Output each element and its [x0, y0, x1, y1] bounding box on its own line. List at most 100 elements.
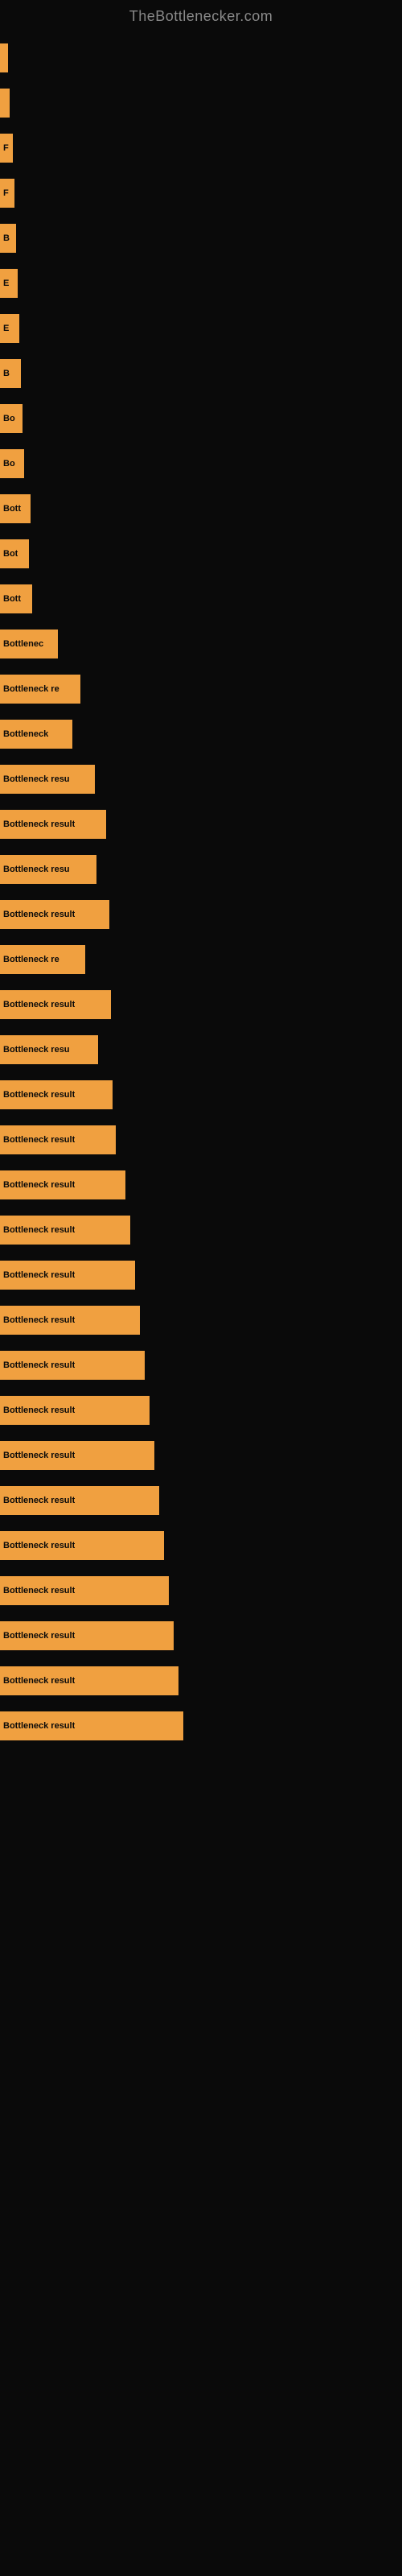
bar-item: Bottleneck result	[0, 1170, 125, 1199]
bar-label: B	[3, 369, 10, 378]
bar-label: Bottleneck result	[3, 1135, 75, 1145]
bar-row: Bottleneck result	[0, 1344, 402, 1386]
bar-row: Bottleneck resu	[0, 848, 402, 890]
bar-item: Bottleneck resu	[0, 1035, 98, 1064]
bar-row: Bottleneck	[0, 713, 402, 755]
bar-item: Bottlenec	[0, 630, 58, 658]
bar-item: Bott	[0, 494, 31, 523]
bar-label: Bottleneck result	[3, 1496, 75, 1505]
bar-item: F	[0, 134, 13, 163]
bar-item: B	[0, 224, 16, 253]
bar-row	[0, 37, 402, 79]
bar-item: Bottleneck result	[0, 1441, 154, 1470]
site-title: TheBottlenecker.com	[0, 0, 402, 29]
bar-item: Bo	[0, 449, 24, 478]
bar-label: Bottleneck result	[3, 1541, 75, 1550]
bar-label: Bottleneck result	[3, 1676, 75, 1686]
bar-label: Bottleneck result	[3, 1406, 75, 1415]
bar-label: Bo	[3, 459, 15, 469]
bar-row: B	[0, 353, 402, 394]
bar-label: Bottleneck result	[3, 1451, 75, 1460]
bar-item: Bottleneck result	[0, 1531, 164, 1560]
bar-row: Bottleneck result	[0, 1164, 402, 1206]
bar-row: Bottleneck result	[0, 1254, 402, 1296]
bar-label: Bottleneck re	[3, 955, 59, 964]
bar-item	[0, 43, 8, 72]
bar-item: Bottleneck result	[0, 1621, 174, 1650]
bar-item: Bot	[0, 539, 29, 568]
bar-label: F	[3, 143, 9, 153]
bar-label: Bottleneck result	[3, 1090, 75, 1100]
bar-row: Bottleneck result	[0, 894, 402, 935]
bar-label: Bottleneck resu	[3, 865, 70, 874]
bar-row: Bo	[0, 443, 402, 485]
bar-label: Bottleneck re	[3, 684, 59, 694]
bar-label: Bottleneck result	[3, 819, 75, 829]
bar-label: Bottleneck result	[3, 1631, 75, 1641]
bar-row: B	[0, 217, 402, 259]
bar-item: Bottleneck resu	[0, 765, 95, 794]
bar-row: Bottleneck result	[0, 1480, 402, 1521]
bar-row: Bo	[0, 398, 402, 440]
bar-row: Bottleneck resu	[0, 758, 402, 800]
bar-row: Bottleneck result	[0, 1705, 402, 1747]
bar-item: Bottleneck result	[0, 990, 111, 1019]
bar-item: Bottleneck result	[0, 1080, 113, 1109]
bar-row: Bottleneck re	[0, 939, 402, 980]
bar-item: Bottleneck result	[0, 1306, 140, 1335]
bar-item: Bottleneck result	[0, 1216, 130, 1245]
bar-label: Bottlenec	[3, 639, 43, 649]
bar-label: Bottleneck result	[3, 1270, 75, 1280]
bar-row: E	[0, 308, 402, 349]
bar-label: Bottleneck result	[3, 1315, 75, 1325]
bar-item: Bottleneck result	[0, 1125, 116, 1154]
bar-item: Bott	[0, 584, 32, 613]
bar-row: Bottleneck result	[0, 1660, 402, 1702]
bar-label: Bottleneck resu	[3, 774, 70, 784]
bar-label: Bottleneck result	[3, 1586, 75, 1596]
bar-label: Bott	[3, 504, 21, 514]
bar-item: Bottleneck result	[0, 1666, 178, 1695]
bar-row: Bottleneck result	[0, 984, 402, 1026]
bar-item: Bottleneck	[0, 720, 72, 749]
bar-label: Bottleneck result	[3, 910, 75, 919]
bar-row: Bottleneck result	[0, 1074, 402, 1116]
bar-item: Bottleneck result	[0, 1576, 169, 1605]
bar-label: E	[3, 324, 9, 333]
bar-item: B	[0, 359, 21, 388]
bar-label: B	[3, 233, 10, 243]
bar-label: Bottleneck result	[3, 1721, 75, 1731]
bar-item: Bottleneck result	[0, 1711, 183, 1740]
bar-row: Bottleneck re	[0, 668, 402, 710]
bar-label: Bo	[3, 414, 15, 423]
bar-label: Bottleneck	[3, 729, 48, 739]
bar-row: Bottleneck result	[0, 1570, 402, 1612]
bar-row: Bottleneck result	[0, 803, 402, 845]
bar-label: F	[3, 188, 9, 198]
bar-row: Bottleneck result	[0, 1299, 402, 1341]
bar-row: Bottleneck result	[0, 1525, 402, 1567]
bar-item: E	[0, 314, 19, 343]
bar-row: Bottleneck resu	[0, 1029, 402, 1071]
bar-item: Bottleneck result	[0, 1486, 159, 1515]
bar-item: Bottleneck result	[0, 900, 109, 929]
bar-label: E	[3, 279, 9, 288]
bar-item	[0, 89, 10, 118]
bar-label: Bottleneck result	[3, 1180, 75, 1190]
bar-row: F	[0, 127, 402, 169]
bar-label: Bott	[3, 594, 21, 604]
bar-row: Bottleneck result	[0, 1389, 402, 1431]
bar-row: Bottleneck result	[0, 1435, 402, 1476]
bar-item: Bottleneck result	[0, 1396, 150, 1425]
bar-item: E	[0, 269, 18, 298]
bar-item: Bottleneck re	[0, 945, 85, 974]
bar-row: Bott	[0, 578, 402, 620]
bar-row: Bottleneck result	[0, 1119, 402, 1161]
bar-row: Bott	[0, 488, 402, 530]
bars-container: F F B E E B Bo Bo Bott Bot Bott Bottlenec Bottleneck…	[0, 29, 402, 1758]
bar-item: Bottleneck re	[0, 675, 80, 704]
bar-label: Bottleneck result	[3, 1360, 75, 1370]
bar-row: Bottlenec	[0, 623, 402, 665]
bar-item: Bottleneck result	[0, 1351, 145, 1380]
bar-label: Bot	[3, 549, 18, 559]
